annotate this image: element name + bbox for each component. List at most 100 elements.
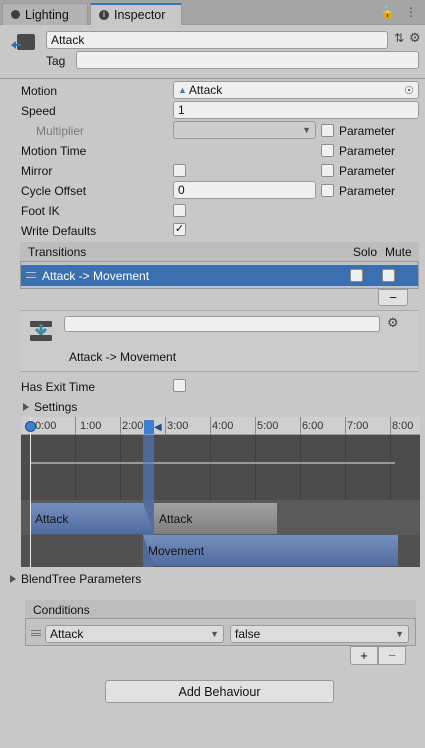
tick xyxy=(120,417,121,435)
state-icon xyxy=(11,32,37,54)
settings-label: Settings xyxy=(34,400,78,414)
tick xyxy=(210,417,211,435)
foot-ik-checkbox[interactable] xyxy=(173,204,186,217)
header-divider xyxy=(0,78,425,79)
mirror-checkbox[interactable] xyxy=(173,164,186,177)
tick xyxy=(165,417,166,435)
playhead[interactable] xyxy=(30,417,31,567)
tick xyxy=(75,417,76,435)
multiplier-label: Multiplier xyxy=(36,124,85,138)
tick-label-2: 2:00 xyxy=(122,420,144,432)
condition-value: false xyxy=(235,627,261,641)
transition-gear-icon[interactable]: ⚙ xyxy=(387,315,399,331)
mirror-parameter-checkbox[interactable] xyxy=(321,164,334,177)
transition-name-field[interactable] xyxy=(64,316,380,332)
motion-time-label: Motion Time xyxy=(21,144,87,158)
add-condition-label: + xyxy=(360,648,368,663)
add-behaviour-button[interactable]: Add Behaviour xyxy=(105,680,334,703)
foldout-arrow-icon xyxy=(23,403,29,411)
tick-label-8: 8:00 xyxy=(392,420,414,432)
chevron-down-icon: ▼ xyxy=(302,125,311,135)
curve-line xyxy=(30,462,395,464)
transition-mute-checkbox[interactable] xyxy=(382,269,395,282)
mirror-label: Mirror xyxy=(21,164,53,178)
remove-transition-label: − xyxy=(389,290,397,305)
cycle-offset-label: Cycle Offset xyxy=(21,184,87,198)
remove-transition-button[interactable]: − xyxy=(378,289,408,306)
speed-label: Speed xyxy=(21,104,56,118)
state-name-field[interactable]: Attack xyxy=(46,31,388,49)
transition-row-label: Attack -> Movement xyxy=(42,269,150,283)
speed-field[interactable]: 1 xyxy=(173,101,419,119)
tick-label-5: 5:00 xyxy=(257,420,279,432)
motion-time-parameter-label: Parameter xyxy=(339,144,396,158)
tick-label-1: 1:00 xyxy=(80,420,102,432)
menu-icon[interactable]: ⋮ xyxy=(405,5,417,19)
has-exit-time-label: Has Exit Time xyxy=(21,380,96,394)
tab-inspector[interactable]: i Inspector xyxy=(90,3,182,25)
window-buttons: 🔒 ⋮ xyxy=(380,5,417,19)
tag-label: Tag xyxy=(46,54,66,68)
motion-label: Motion xyxy=(21,84,58,98)
condition-value-dropdown[interactable]: false ▼ xyxy=(230,625,409,643)
tab-lighting[interactable]: Lighting xyxy=(2,3,88,25)
cycle-offset-parameter-checkbox[interactable] xyxy=(321,184,334,197)
tick xyxy=(300,417,301,435)
clip-attack-source[interactable]: Attack xyxy=(30,503,154,534)
tab-inspector-label: Inspector xyxy=(114,8,166,22)
gear-icon[interactable]: ⚙ xyxy=(409,30,421,46)
tick-label-6: 6:00 xyxy=(302,420,324,432)
drag-handle-icon[interactable] xyxy=(26,272,36,278)
multiplier-parameter-label: Parameter xyxy=(339,124,396,138)
write-defaults-checkbox[interactable]: ✓ xyxy=(173,223,186,236)
tick-label-0: 0:00 xyxy=(35,420,57,432)
clip-movement-destination[interactable]: Movement xyxy=(143,535,398,566)
condition-drag-handle-icon[interactable] xyxy=(31,630,41,636)
remove-condition-button[interactable]: − xyxy=(378,646,406,665)
has-exit-time-checkbox[interactable] xyxy=(173,379,186,392)
cycle-offset-field[interactable]: 0 xyxy=(173,181,316,199)
tab-lighting-label: Lighting xyxy=(25,7,69,22)
blendtree-foldout[interactable]: BlendTree Parameters xyxy=(10,572,141,586)
object-picker-icon[interactable]: ☉ xyxy=(404,84,414,97)
mute-header: Mute xyxy=(385,245,412,259)
tick-label-4: 4:00 xyxy=(212,420,234,432)
remove-condition-label: − xyxy=(388,648,396,663)
tag-field[interactable] xyxy=(76,51,419,69)
transition-start-marker-icon[interactable] xyxy=(144,420,154,434)
animation-clip-icon: ▲ xyxy=(178,85,187,95)
multiplier-dropdown: ▼ xyxy=(173,121,316,139)
motion-value: Attack xyxy=(188,83,223,97)
transitions-title: Transitions xyxy=(28,245,87,259)
clip-movement-label: Movement xyxy=(148,543,205,558)
transition-timeline[interactable]: 0:00 1:00 2:00 3:00 4:00 5:00 6:00 7:00 … xyxy=(21,417,420,567)
solo-header: Solo xyxy=(353,245,378,259)
speed-value: 1 xyxy=(178,103,185,117)
multiplier-parameter-checkbox[interactable] xyxy=(321,124,334,137)
motion-field[interactable]: ▲ Attack ☉ xyxy=(173,81,419,99)
clip-attack-source-label: Attack xyxy=(35,511,69,526)
foldout-arrow-icon xyxy=(10,575,16,583)
transition-icon xyxy=(29,318,55,344)
bulb-icon xyxy=(11,10,20,19)
motion-time-parameter-checkbox[interactable] xyxy=(321,144,334,157)
blendtree-label: BlendTree Parameters xyxy=(21,572,142,586)
preset-icon[interactable]: ⇅ xyxy=(394,31,404,45)
add-condition-button[interactable]: + xyxy=(350,646,378,665)
lock-icon[interactable]: 🔒 xyxy=(380,5,395,19)
playhead-marker-icon[interactable] xyxy=(25,421,36,432)
condition-parameter-value: Attack xyxy=(50,627,84,641)
add-behaviour-label: Add Behaviour xyxy=(178,684,261,699)
cycle-offset-value: 0 xyxy=(178,183,185,197)
tick-label-7: 7:00 xyxy=(347,420,369,432)
tick xyxy=(345,417,346,435)
clip-attack-repeat[interactable]: Attack xyxy=(154,503,277,534)
state-name-value: Attack xyxy=(51,33,85,47)
condition-parameter-dropdown[interactable]: Attack ▼ xyxy=(45,625,224,643)
settings-foldout[interactable]: Settings xyxy=(23,400,77,414)
transition-end-marker-icon[interactable]: ◀ xyxy=(154,422,162,433)
transition-solo-checkbox[interactable] xyxy=(350,269,363,282)
tick xyxy=(255,417,256,435)
cycle-offset-parameter-label: Parameter xyxy=(339,184,396,198)
clip-attack-repeat-label: Attack xyxy=(159,511,193,526)
